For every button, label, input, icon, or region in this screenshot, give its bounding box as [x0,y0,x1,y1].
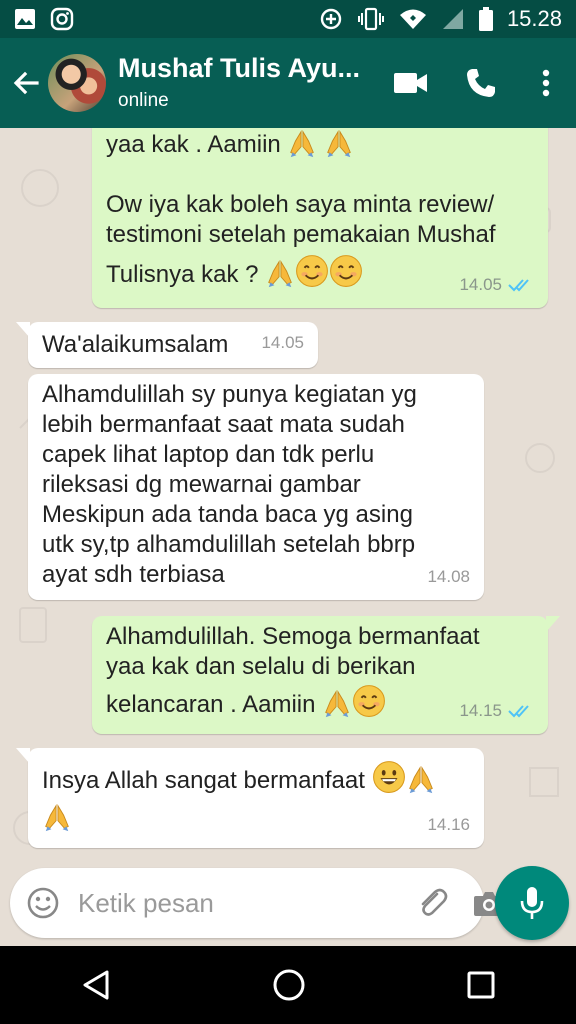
instagram-icon [50,7,74,31]
voice-call-button[interactable] [446,38,516,128]
system-nav-bar [0,946,576,1024]
message-incoming[interactable]: Alhamdulillah sy punya kegiatan yg lebih… [28,374,484,600]
message-time: 14.15 [459,701,502,720]
chat-area[interactable]: yaa kak . Aamiin Ow iya kak boleh saya m… [0,128,576,946]
grinning-face-emoji [372,760,406,794]
vibrate-icon [357,7,385,31]
smiling-face-emoji [329,254,363,288]
message-meta: 14.08 [427,562,470,592]
nav-back-icon [83,970,109,1000]
smiling-face-emoji [295,254,329,288]
bubble-tail [546,616,560,632]
gallery-icon [14,8,36,30]
message-text: Ow iya kak boleh saya minta review/ [106,191,495,218]
nav-home-button[interactable] [272,968,306,1002]
status-bar: 15.28 [0,0,576,38]
attach-button[interactable] [415,886,449,920]
bubble-tail [16,748,30,764]
message-outgoing[interactable]: yaa kak . Aamiin Ow iya kak boleh saya m… [92,128,548,308]
chat-header: Mushaf Tulis Ayu... online [0,38,576,128]
message-time: 14.16 [427,815,470,834]
bubble-tail [16,322,30,338]
message-meta: 14.16 [427,810,470,840]
folded-hands-emoji [324,128,354,158]
nav-recents-button[interactable] [467,971,495,999]
message-text: Alhamdulillah sy punya kegiatan yg lebih… [42,381,417,588]
emoji-icon [27,887,59,919]
signal-icon [441,7,465,31]
status-time: 15.28 [506,6,562,31]
folded-hands-emoji [287,128,317,158]
data-saver-icon [319,7,343,31]
message-text: Tulisnya kak ? [106,261,259,288]
message-input-container [10,868,504,938]
mic-button[interactable] [495,866,569,940]
message-text: testimoni setelah pemakaian Mushaf [106,221,496,248]
message-time: 14.05 [261,333,304,352]
more-options-button[interactable] [516,38,576,128]
message-outgoing[interactable]: Alhamdulillah. Semoga bermanfaat yaa kak… [92,616,560,734]
nav-back-button[interactable] [81,969,111,1001]
mic-icon [520,887,544,919]
video-call-button[interactable] [376,38,446,128]
wifi-icon [399,8,427,30]
composer [0,866,576,948]
message-meta: 14.05 [261,328,304,358]
message-incoming[interactable]: Wa'alaikumsalam 14.05 [16,322,318,368]
message-meta: 14.05 [459,270,534,300]
nav-home-icon [273,969,305,1001]
message-input[interactable] [76,886,415,920]
message-text: yaa kak . Aamiin [106,131,281,158]
avatar[interactable] [48,54,106,112]
folded-hands-emoji [406,764,436,794]
back-arrow-icon [13,71,39,95]
back-button[interactable] [2,38,50,128]
video-call-icon [394,73,427,93]
folded-hands-emoji [265,258,295,288]
message-time: 14.05 [459,275,502,294]
double-check-icon [508,703,534,719]
folded-hands-emoji [322,688,352,718]
message-meta: 14.15 [459,696,534,726]
message-time: 14.08 [427,567,470,586]
chat-title: Mushaf Tulis Ayu... [118,53,361,83]
attach-icon [421,888,448,916]
double-check-icon [508,277,534,293]
message-text: Insya Allah sangat bermanfaat [42,767,365,794]
emoji-button[interactable] [26,886,60,920]
smiling-face-emoji [352,684,386,718]
more-vert-icon [542,69,550,97]
message-incoming[interactable]: Insya Allah sangat bermanfaat 14.16 [16,748,484,848]
nav-recents-icon [467,971,495,999]
battery-icon [478,7,493,31]
phone-icon [467,69,495,97]
chat-status: online [118,90,169,111]
message-text: Alhamdulillah. Semoga bermanfaat [106,623,480,650]
chat-info[interactable]: Mushaf Tulis Ayu... online [118,52,376,114]
folded-hands-emoji [42,802,72,832]
message-text: kelancaran . Aamiin [106,691,316,718]
message-text: yaa kak dan selalu di berikan [106,653,416,680]
